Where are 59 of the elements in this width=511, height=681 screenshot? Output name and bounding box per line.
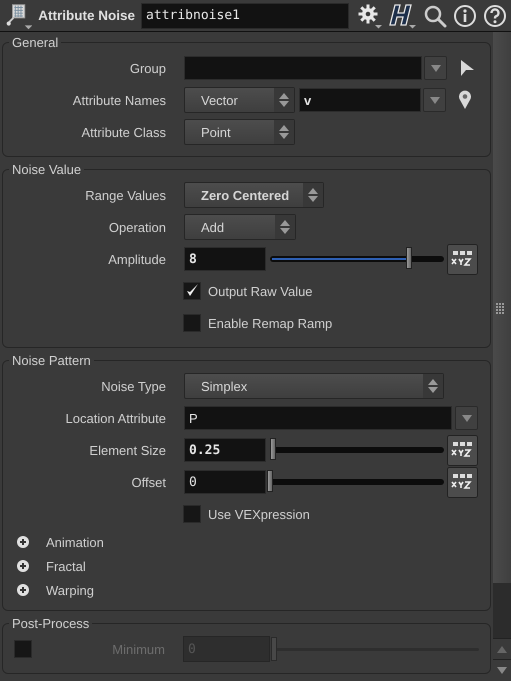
parameter-label: Operation bbox=[108, 220, 166, 234]
scroll-up-button[interactable] bbox=[493, 638, 511, 660]
grip-icon[interactable] bbox=[496, 303, 504, 315]
parameter-label: Noise Type bbox=[100, 378, 166, 394]
section-title: Post-Process bbox=[11, 616, 90, 631]
search-icon[interactable] bbox=[423, 4, 447, 28]
vector-toggle-icon[interactable] bbox=[447, 434, 478, 466]
node-name-field[interactable]: attribnoise1 bbox=[141, 2, 349, 28]
parameter-label: Attribute Class bbox=[80, 124, 166, 140]
pin-icon[interactable] bbox=[458, 90, 472, 110]
scrollbar[interactable] bbox=[493, 32, 511, 680]
arrow-cursor-icon[interactable] bbox=[459, 59, 475, 77]
parameter-label: Attribute Names bbox=[72, 92, 166, 108]
slider-handle[interactable] bbox=[406, 247, 412, 269]
info-icon[interactable] bbox=[453, 4, 477, 28]
menu-button[interactable]: Point bbox=[184, 119, 295, 145]
section-title: Noise Pattern bbox=[11, 353, 92, 368]
slider-handle[interactable] bbox=[270, 438, 276, 460]
plus-icon[interactable] bbox=[17, 536, 29, 548]
gear-icon[interactable] bbox=[357, 2, 383, 28]
node-type-label: Attribute Noise bbox=[38, 8, 136, 23]
checkbox-label: Output Raw Value bbox=[208, 284, 313, 298]
checkbox[interactable] bbox=[183, 282, 201, 300]
dropdown-button[interactable] bbox=[423, 88, 446, 112]
dropdown-button[interactable] bbox=[424, 56, 447, 80]
parameter-label: Location Attribute bbox=[64, 410, 166, 426]
vector-toggle-icon[interactable] bbox=[447, 244, 478, 274]
help-icon[interactable] bbox=[483, 4, 507, 28]
checkbox-label: Use VEXpression bbox=[208, 506, 310, 522]
folder-label[interactable]: Animation bbox=[46, 534, 104, 550]
checkbox-label: Enable Remap Ramp bbox=[208, 316, 332, 330]
dropdown-button[interactable] bbox=[455, 406, 478, 430]
input-field[interactable]: 8 bbox=[184, 247, 266, 271]
input-field[interactable] bbox=[184, 56, 422, 80]
section-title: General bbox=[11, 35, 60, 50]
checkbox[interactable] bbox=[183, 314, 201, 332]
menu-button[interactable]: Zero Centered bbox=[184, 182, 324, 208]
menu-button[interactable]: Vector bbox=[184, 87, 295, 113]
input-field[interactable]: P bbox=[184, 406, 452, 430]
parameter-label: Amplitude bbox=[107, 252, 166, 266]
section-title: Noise Value bbox=[11, 162, 82, 177]
input-field[interactable]: 0.25 bbox=[184, 438, 266, 462]
slider-handle[interactable] bbox=[267, 470, 273, 492]
scroll-down-button[interactable] bbox=[493, 659, 511, 680]
plus-icon[interactable] bbox=[17, 560, 29, 572]
menu-button[interactable]: Add bbox=[184, 214, 296, 240]
parameter-label: Range Values bbox=[84, 188, 166, 202]
checkbox[interactable] bbox=[183, 505, 201, 523]
menu-button[interactable]: Simplex bbox=[184, 373, 444, 399]
input-field[interactable]: v bbox=[299, 88, 421, 112]
houdini-h-icon[interactable] bbox=[389, 2, 417, 30]
parameter-label: Element Size bbox=[88, 442, 166, 458]
vector-toggle-icon[interactable] bbox=[447, 466, 478, 498]
plus-icon[interactable] bbox=[17, 584, 29, 596]
folder-label[interactable]: Fractal bbox=[46, 558, 86, 574]
folder-label[interactable]: Warping bbox=[46, 582, 94, 598]
input-field[interactable]: 0 bbox=[184, 470, 266, 494]
parameter-label: Offset bbox=[130, 474, 166, 490]
parameter-label: Group bbox=[128, 60, 166, 76]
